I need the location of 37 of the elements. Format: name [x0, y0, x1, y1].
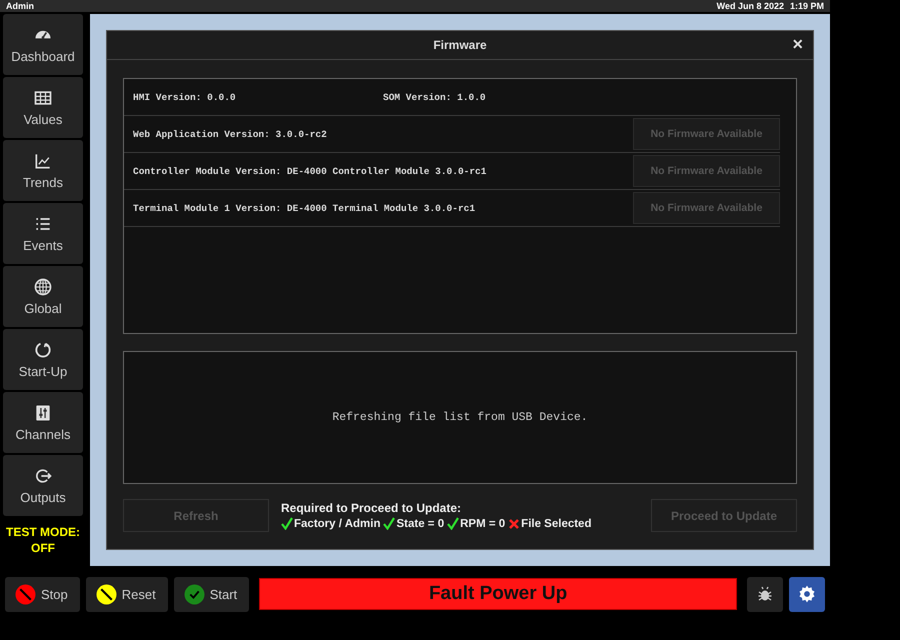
sidebar-item[interactable]: Start-Up — [3, 329, 83, 390]
sidebar-item[interactable]: Channels — [3, 392, 83, 453]
requirement-label: State = 0 — [396, 518, 444, 530]
requirement-label: Factory / Admin — [294, 518, 380, 530]
requirement-label: File Selected — [521, 518, 592, 530]
globe-icon — [33, 277, 53, 297]
status-message: Refreshing file list from USB Device. — [332, 411, 588, 424]
start-button[interactable]: Start — [174, 576, 250, 612]
time-text: 1:19 PM — [790, 1, 824, 11]
stop-icon — [15, 584, 36, 604]
settings-icon — [797, 584, 817, 604]
settings-button[interactable] — [789, 576, 825, 612]
check-icon — [184, 584, 205, 604]
fault-status-bar: Fault Power Up — [259, 578, 737, 610]
version-text: Terminal Module 1 Version: DE-4000 Terminal Module 3.0.0-rc1 — [133, 202, 476, 214]
bug-button[interactable] — [747, 576, 783, 612]
version-text: HMI Version: 0.0.0 — [133, 92, 237, 102]
test-mode-text: TEST MODE: OFF — [5, 524, 81, 556]
dialog-title: Firmware — [433, 38, 487, 52]
version-text: SOM Version: 1.0.0 — [383, 92, 486, 102]
reset-button[interactable]: Reset — [86, 576, 168, 612]
close-button[interactable]: × — [792, 35, 803, 53]
sidebar-item[interactable]: Trends — [3, 140, 83, 201]
sidebar-item[interactable]: Dashboard — [3, 14, 83, 75]
version-text: Web Application Version: 3.0.0-rc2 — [133, 128, 327, 140]
sidebar-item[interactable]: Events — [3, 203, 83, 264]
requirement-label: RPM = 0 — [460, 518, 506, 530]
stop-button[interactable]: Stop — [5, 576, 80, 612]
date-text: Wed Jun 8 2022 — [716, 1, 784, 11]
sidebar-item[interactable]: Values — [3, 77, 83, 138]
version-text: Controller Module Version: DE-4000 Controller Module 3.0.0-rc1 — [133, 166, 486, 176]
user-name: Admin — [6, 1, 34, 11]
sidebar-item[interactable]: Outputs — [3, 455, 83, 516]
reset-icon — [96, 584, 117, 604]
requirements-title: Required to Proceed to Update: — [281, 501, 462, 515]
sidebar-item[interactable]: Global — [3, 266, 83, 327]
circular-arrow-icon — [33, 340, 53, 360]
